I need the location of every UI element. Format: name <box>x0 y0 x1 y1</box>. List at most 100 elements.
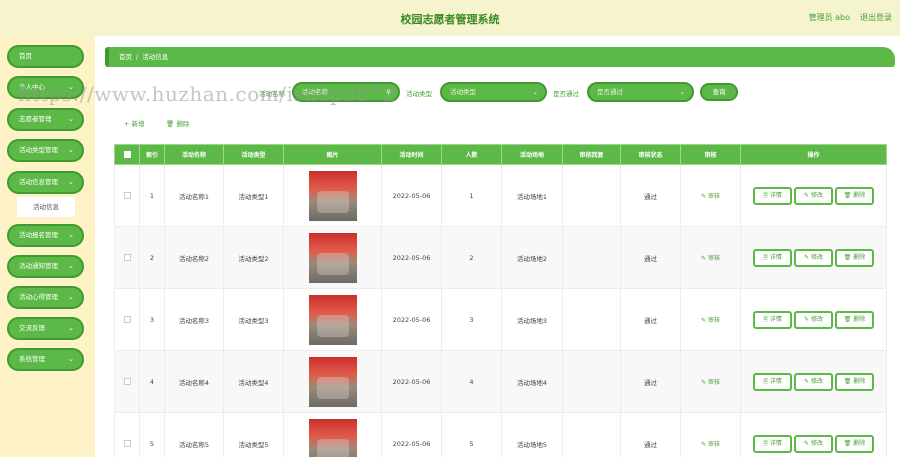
col-reply: 审核回复 <box>562 144 621 165</box>
cell-name: 活动名称1 <box>164 164 224 227</box>
cell-type: 活动类型4 <box>223 350 284 413</box>
edit-button[interactable]: ✎ 修改 <box>794 434 833 453</box>
delete-row-button[interactable]: 🗑 删除 <box>835 310 874 329</box>
col-venue: 活动场地 <box>501 144 563 165</box>
delete-row-button[interactable]: 🗑 删除 <box>835 248 874 267</box>
col-type: 活动类型 <box>223 144 284 165</box>
col-index: 索引 <box>139 144 165 165</box>
submenu-activity-info[interactable]: 活动信息 <box>17 197 75 217</box>
row-checkbox[interactable] <box>114 412 140 457</box>
cell-status: 通过 <box>620 412 681 457</box>
detail-button[interactable]: 🗎 详情 <box>753 186 792 205</box>
detail-button[interactable]: 🗎 详情 <box>753 310 792 329</box>
cell-ops: 🗎 详情 ✎ 修改 🗑 删除 <box>740 226 887 289</box>
breadcrumb-separator: / <box>136 53 139 61</box>
cell-index: 5 <box>139 412 165 457</box>
sidebar-item-activity-info[interactable]: 活动信息管理 ⌄ <box>7 171 84 194</box>
query-button[interactable]: 查询 <box>700 83 738 101</box>
row-checkbox[interactable] <box>114 164 140 227</box>
sidebar-item-feedback[interactable]: 交流反馈 ⌄ <box>7 317 84 340</box>
cell-count: 1 <box>441 164 502 227</box>
cell-count: 3 <box>441 288 502 351</box>
logout-link[interactable]: 退出登录 <box>860 12 892 23</box>
cell-image <box>283 164 382 227</box>
cell-reply <box>562 226 621 289</box>
cell-count: 2 <box>441 226 502 289</box>
sidebar-item-activity-types[interactable]: 活动类型管理 ⌄ <box>7 139 84 162</box>
cell-status: 通过 <box>620 226 681 289</box>
activity-photo[interactable] <box>308 294 357 345</box>
edit-button[interactable]: ✎ 修改 <box>794 186 833 205</box>
type-filter-select[interactable]: 活动类型 ⌄ <box>440 82 547 102</box>
cell-type: 活动类型1 <box>223 164 284 227</box>
cell-audit: ✎ 审核 <box>680 164 741 227</box>
table-row: 5 活动名称5 活动类型5 2022-05-06 5 活动场地5 通过 ✎ 审核 🗎 详情 ✎ 修… <box>114 412 887 457</box>
cell-ops: 🗎 详情 ✎ 修改 🗑 删除 <box>740 412 887 457</box>
app-title: 校园志愿者管理系统 <box>400 13 500 26</box>
cell-name: 活动名称3 <box>164 288 224 351</box>
cell-name: 活动名称4 <box>164 350 224 413</box>
audit-link[interactable]: ✎ 审核 <box>701 255 720 262</box>
chevron-down-icon: ⌄ <box>532 88 538 96</box>
audit-link[interactable]: ✎ 审核 <box>701 441 720 448</box>
cell-status: 通过 <box>620 288 681 351</box>
delete-row-button[interactable]: 🗑 删除 <box>835 434 874 453</box>
table-row: 1 活动名称1 活动类型1 2022-05-06 1 活动场地1 通过 ✎ 审核 🗎 详情 ✎ 修… <box>114 164 887 227</box>
sidebar-item-registration[interactable]: 活动报名管理 ⌄ <box>7 224 84 247</box>
select-all-checkbox[interactable] <box>114 144 140 165</box>
detail-button[interactable]: 🗎 详情 <box>753 434 792 453</box>
row-checkbox[interactable] <box>114 350 140 413</box>
chevron-down-icon: ⌄ <box>68 355 74 363</box>
edit-button[interactable]: ✎ 修改 <box>794 310 833 329</box>
delete-button[interactable]: 🗑 删除 <box>166 118 189 128</box>
sidebar-item-home[interactable]: 首页 <box>7 45 84 68</box>
cell-venue: 活动场地2 <box>501 226 563 289</box>
col-audit: 审核 <box>680 144 741 165</box>
top-header: 校园志愿者管理系统 管理员 abo 退出登录 <box>0 0 900 36</box>
row-checkbox[interactable] <box>114 226 140 289</box>
detail-button[interactable]: 🗎 详情 <box>753 248 792 267</box>
activity-photo[interactable] <box>308 356 357 407</box>
cell-venue: 活动场地4 <box>501 350 563 413</box>
breadcrumb-home[interactable]: 首页 <box>119 53 132 61</box>
cell-audit: ✎ 审核 <box>680 226 741 289</box>
cell-venue: 活动场地5 <box>501 412 563 457</box>
sidebar-item-notices[interactable]: 活动通知管理 ⌄ <box>7 255 84 278</box>
edit-button[interactable]: ✎ 修改 <box>794 248 833 267</box>
activity-photo[interactable] <box>308 418 357 457</box>
sidebar-item-volunteers[interactable]: 志愿者管理 ⌄ <box>7 108 84 131</box>
col-status: 审核状态 <box>620 144 681 165</box>
breadcrumb: 首页 / 活动信息 <box>105 47 895 67</box>
activity-photo[interactable] <box>308 170 357 221</box>
sidebar-item-experiences[interactable]: 活动心得管理 ⌄ <box>7 286 84 309</box>
cell-image <box>283 412 382 457</box>
cell-time: 2022-05-06 <box>381 350 442 413</box>
cell-time: 2022-05-06 <box>381 226 442 289</box>
col-count: 人数 <box>441 144 502 165</box>
sidebar-item-system[interactable]: 系统管理 ⌄ <box>7 348 84 371</box>
trash-icon: 🗑 <box>166 120 175 128</box>
chevron-down-icon: ⌄ <box>679 88 685 96</box>
detail-button[interactable]: 🗎 详情 <box>753 372 792 391</box>
audit-link[interactable]: ✎ 审核 <box>701 317 720 324</box>
pass-filter-select[interactable]: 是否通过 ⌄ <box>587 82 694 102</box>
chevron-down-icon: ⌄ <box>68 324 74 332</box>
table-header-row: 索引 活动名称 活动类型 图片 活动时间 人数 活动场地 审核回复 审核状态 审… <box>114 144 887 165</box>
audit-link[interactable]: ✎ 审核 <box>701 379 720 386</box>
audit-link[interactable]: ✎ 审核 <box>701 193 720 200</box>
cell-index: 2 <box>139 226 165 289</box>
cell-type: 活动类型3 <box>223 288 284 351</box>
cell-type: 活动类型2 <box>223 226 284 289</box>
cell-name: 活动名称5 <box>164 412 224 457</box>
delete-row-button[interactable]: 🗑 删除 <box>835 186 874 205</box>
cell-reply <box>562 350 621 413</box>
cell-count: 4 <box>441 350 502 413</box>
row-checkbox[interactable] <box>114 288 140 351</box>
edit-button[interactable]: ✎ 修改 <box>794 372 833 391</box>
col-time: 活动时间 <box>381 144 442 165</box>
cell-ops: 🗎 详情 ✎ 修改 🗑 删除 <box>740 350 887 413</box>
add-button[interactable]: + 新增 <box>124 118 145 128</box>
delete-row-button[interactable]: 🗑 删除 <box>835 372 874 391</box>
admin-user[interactable]: 管理员 abo <box>809 12 850 23</box>
activity-photo[interactable] <box>308 232 357 283</box>
